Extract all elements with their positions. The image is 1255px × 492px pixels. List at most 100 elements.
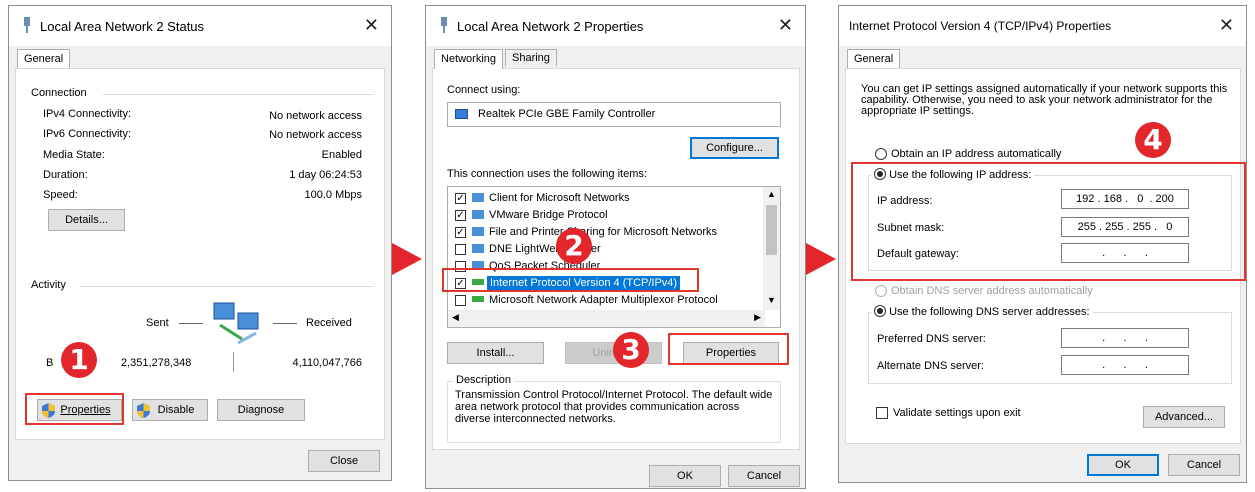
title-bar[interactable]: Local Area Network 2 Status ✕ (9, 6, 391, 46)
row-value: No network access (269, 129, 362, 141)
step-badge: 2 (556, 228, 592, 264)
properties-button[interactable]: Properties (683, 342, 779, 364)
tab-sharing[interactable]: Sharing (505, 49, 557, 66)
separator (103, 94, 373, 95)
close-icon[interactable]: ✕ (364, 15, 379, 36)
separator (179, 323, 203, 324)
list-item[interactable]: QoS Packet Scheduler (448, 258, 768, 275)
scroll-left-icon[interactable]: ◀ (452, 312, 459, 323)
gateway-label: Default gateway: (877, 248, 959, 260)
list-item[interactable]: Microsoft Network Adapter Multiplexor Pr… (448, 292, 768, 309)
cancel-button[interactable]: Cancel (1168, 454, 1240, 476)
disable-button[interactable]: Disable (132, 399, 208, 421)
gateway-field[interactable]: . . . (1061, 243, 1189, 263)
list-item[interactable]: ✓ Client for Microsoft Networks (448, 190, 768, 207)
alternate-dns-label: Alternate DNS server: (877, 360, 984, 372)
install-button[interactable]: Install... (447, 342, 544, 364)
received-label: Received (306, 317, 352, 329)
checkbox[interactable] (455, 295, 466, 306)
network-adapter-icon (441, 17, 447, 33)
ip-address-field[interactable]: 192 . 168 . 0 . 200 (1061, 189, 1189, 209)
activity-heading: Activity (31, 279, 66, 291)
use-dns-group-title[interactable]: Use the following DNS server addresses: (871, 305, 1093, 318)
dialog-body: Networking Sharing Connect using: Realte… (426, 46, 805, 488)
title-bar[interactable]: Local Area Network 2 Properties ✕ (426, 6, 805, 46)
checkbox[interactable]: ✓ (455, 227, 466, 238)
item-label: Microsoft Network Adapter Multiplexor Pr… (489, 294, 718, 306)
shield-icon (42, 403, 55, 418)
shield-icon (137, 403, 150, 418)
next-arrow-icon (806, 243, 836, 275)
checkbox[interactable]: ✓ (455, 193, 466, 204)
ok-button[interactable]: OK (649, 465, 721, 487)
window-title: Local Area Network 2 Properties (457, 19, 644, 34)
configure-button[interactable]: Configure... (690, 137, 779, 159)
network-computers-icon (213, 302, 259, 345)
step-badge: 1 (61, 342, 97, 378)
items-list[interactable]: ✓ Client for Microsoft Networks ✓ VMware… (447, 186, 781, 328)
connection-heading: Connection (31, 87, 87, 99)
scroll-up-icon[interactable]: ▲ (767, 189, 776, 199)
row-label: Speed: (43, 189, 78, 201)
description-text: Transmission Control Protocol/Internet P… (455, 389, 773, 425)
scroll-right-icon[interactable]: ▶ (754, 312, 761, 323)
subnet-field[interactable]: 255 . 255 . 255 . 0 (1061, 217, 1189, 237)
scroll-down-icon[interactable]: ▼ (767, 295, 776, 305)
connect-using-label: Connect using: (447, 84, 521, 96)
window-title: Internet Protocol Version 4 (TCP/IPv4) P… (849, 19, 1112, 33)
vertical-scrollbar[interactable]: ▲ ▼ (763, 187, 780, 310)
obtain-ip-radio[interactable] (875, 148, 887, 160)
use-ip-label: Use the following IP address: (889, 169, 1032, 181)
close-icon[interactable]: ✕ (778, 15, 793, 36)
list-item[interactable]: ✓ Internet Protocol Version 4 (TCP/IPv4) (448, 275, 768, 292)
obtain-dns-radio[interactable] (875, 285, 887, 297)
checkbox[interactable]: ✓ (455, 210, 466, 221)
properties-dialog: Local Area Network 2 Properties ✕ Networ… (425, 5, 806, 489)
item-label: File and Printer Sharing for Microsoft N… (489, 226, 718, 238)
diagnose-button[interactable]: Diagnose (217, 399, 305, 421)
protocol-icon (472, 210, 484, 219)
service-icon (472, 261, 484, 270)
properties-button[interactable]: Properties (37, 399, 122, 421)
close-button[interactable]: Close (308, 450, 380, 472)
close-icon[interactable]: ✕ (1219, 15, 1234, 36)
step-badge: 3 (613, 332, 649, 368)
title-bar[interactable]: Internet Protocol Version 4 (TCP/IPv4) P… (839, 6, 1246, 46)
separator (273, 323, 297, 324)
window-title: Local Area Network 2 Status (40, 19, 205, 34)
list-item[interactable]: DNE LightWeight Filter (448, 241, 768, 258)
tab-general[interactable]: General (17, 49, 71, 69)
scroll-thumb[interactable] (766, 205, 777, 255)
preferred-dns-field[interactable]: . . . (1061, 328, 1189, 348)
checkbox[interactable] (455, 261, 466, 272)
properties-label: Properties (60, 404, 111, 416)
use-dns-radio[interactable] (874, 305, 886, 317)
separator (233, 352, 234, 372)
ip-address-label: IP address: (877, 195, 933, 207)
validate-checkbox[interactable] (876, 407, 888, 419)
step-badge: 4 (1135, 122, 1171, 158)
checkbox[interactable] (455, 244, 466, 255)
list-item[interactable]: ✓ File and Printer Sharing for Microsoft… (448, 224, 768, 241)
use-ip-radio[interactable] (874, 168, 886, 180)
cancel-button[interactable]: Cancel (728, 465, 800, 487)
network-card-icon (455, 109, 468, 119)
ok-button[interactable]: OK (1087, 454, 1159, 476)
list-item[interactable]: ✓ VMware Bridge Protocol (448, 207, 768, 224)
advanced-button[interactable]: Advanced... (1143, 406, 1225, 428)
sent-label: Sent (146, 317, 169, 329)
alternate-dns-field[interactable]: . . . (1061, 355, 1189, 375)
filter-icon (472, 244, 484, 253)
general-panel: You can get IP settings assigned automat… (845, 68, 1241, 444)
horizontal-scrollbar[interactable]: ◀ ▶ (448, 310, 765, 327)
use-ip-group-title[interactable]: Use the following IP address: (871, 168, 1035, 181)
obtain-dns-label[interactable]: Obtain DNS server address automatically (891, 285, 1093, 297)
tab-general[interactable]: General (847, 49, 901, 69)
validate-label[interactable]: Validate settings upon exit (893, 407, 1021, 419)
dialog-body: General You can get IP settings assigned… (839, 46, 1246, 482)
protocol-icon (472, 296, 484, 302)
obtain-ip-label[interactable]: Obtain an IP address automatically (891, 148, 1061, 160)
details-button[interactable]: Details... (48, 209, 125, 231)
tab-networking[interactable]: Networking (434, 49, 504, 69)
checkbox[interactable]: ✓ (455, 278, 466, 289)
